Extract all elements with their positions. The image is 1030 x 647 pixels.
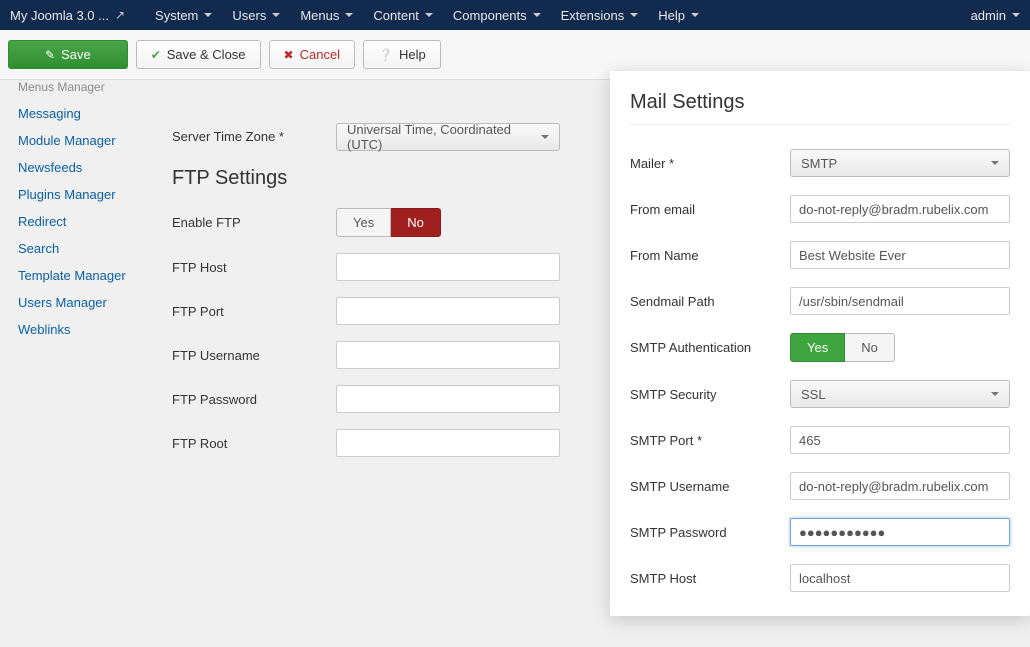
- menu-menus[interactable]: Menus: [290, 8, 363, 23]
- cancel-icon: ✖: [284, 48, 294, 62]
- brand-title: My Joomla 3.0 ...: [10, 8, 109, 23]
- main-menu: System Users Menus Content Components Ex…: [145, 8, 709, 23]
- sidebar-item-plugins-manager[interactable]: Plugins Manager: [4, 181, 158, 208]
- ftp-port-input[interactable]: [336, 297, 560, 325]
- smtp-auth-label: SMTP Authentication: [630, 340, 790, 355]
- user-menu[interactable]: admin: [971, 8, 1020, 23]
- divider: [630, 124, 1010, 125]
- smtp-password-input[interactable]: [790, 518, 1010, 546]
- chevron-down-icon: [345, 13, 353, 17]
- save-button[interactable]: ✎ Save: [8, 40, 128, 69]
- enable-ftp-toggle: Yes No: [336, 208, 441, 237]
- smtp-auth-yes[interactable]: Yes: [790, 333, 845, 362]
- mail-settings-heading: Mail Settings: [630, 91, 1010, 114]
- chevron-down-icon: [630, 13, 638, 17]
- from-name-input[interactable]: [790, 241, 1010, 269]
- mail-settings-panel: Mail Settings Mailer * SMTP From email F…: [610, 71, 1030, 616]
- smtp-host-input[interactable]: [790, 564, 1010, 592]
- ftp-root-input[interactable]: [336, 429, 560, 457]
- ftp-username-label: FTP Username: [172, 348, 336, 363]
- chevron-down-icon: [425, 13, 433, 17]
- smtp-auth-no[interactable]: No: [845, 333, 895, 362]
- menu-components[interactable]: Components: [443, 8, 551, 23]
- help-label: Help: [399, 47, 426, 62]
- content: Server Time Zone * Universal Time, Coord…: [158, 80, 1030, 647]
- sidebar-item-newsfeeds[interactable]: Newsfeeds: [4, 154, 158, 181]
- main-area: Menus Manager Messaging Module Manager N…: [0, 80, 1030, 647]
- ftp-password-label: FTP Password: [172, 392, 336, 407]
- ftp-port-label: FTP Port: [172, 304, 336, 319]
- chevron-down-icon: [991, 161, 999, 165]
- help-icon: ❔: [378, 48, 393, 62]
- smtp-auth-toggle: Yes No: [790, 333, 895, 362]
- enable-ftp-label: Enable FTP: [172, 215, 336, 230]
- sidebar: Menus Manager Messaging Module Manager N…: [0, 80, 158, 647]
- smtp-port-input[interactable]: [790, 426, 1010, 454]
- chevron-down-icon: [204, 13, 212, 17]
- brand[interactable]: My Joomla 3.0 ... ↗: [10, 8, 131, 23]
- from-name-label: From Name: [630, 248, 790, 263]
- menu-help[interactable]: Help: [648, 8, 709, 23]
- timezone-label: Server Time Zone *: [172, 129, 336, 144]
- save-label: Save: [61, 47, 91, 62]
- chevron-down-icon: [533, 13, 541, 17]
- menu-extensions[interactable]: Extensions: [551, 8, 649, 23]
- sendmail-path-input[interactable]: [790, 287, 1010, 315]
- ftp-username-input[interactable]: [336, 341, 560, 369]
- menu-system[interactable]: System: [145, 8, 222, 23]
- mailer-label: Mailer *: [630, 156, 790, 171]
- smtp-host-label: SMTP Host: [630, 571, 790, 586]
- from-email-input[interactable]: [790, 195, 1010, 223]
- chevron-down-icon: [1012, 13, 1020, 17]
- ftp-host-input[interactable]: [336, 253, 560, 281]
- sidebar-item-module-manager[interactable]: Module Manager: [4, 127, 158, 154]
- save-close-button[interactable]: ✔ Save & Close: [136, 40, 261, 69]
- ftp-password-input[interactable]: [336, 385, 560, 413]
- sidebar-item-search[interactable]: Search: [4, 235, 158, 262]
- top-navbar: My Joomla 3.0 ... ↗ System Users Menus C…: [0, 0, 1030, 30]
- smtp-password-label: SMTP Password: [630, 525, 790, 540]
- from-email-label: From email: [630, 202, 790, 217]
- apply-icon: ✎: [45, 48, 55, 62]
- sidebar-item-messaging[interactable]: Messaging: [4, 100, 158, 127]
- cancel-label: Cancel: [300, 47, 340, 62]
- mailer-value: SMTP: [801, 156, 837, 171]
- ftp-root-label: FTP Root: [172, 436, 336, 451]
- smtp-username-input[interactable]: [790, 472, 1010, 500]
- menu-content[interactable]: Content: [363, 8, 443, 23]
- chevron-down-icon: [272, 13, 280, 17]
- chevron-down-icon: [541, 135, 549, 139]
- mailer-select[interactable]: SMTP: [790, 149, 1010, 177]
- enable-ftp-no[interactable]: No: [391, 208, 441, 237]
- sidebar-item-menus-manager[interactable]: Menus Manager: [4, 80, 158, 100]
- ftp-host-label: FTP Host: [172, 260, 336, 275]
- timezone-value: Universal Time, Coordinated (UTC): [347, 122, 541, 152]
- sidebar-item-weblinks[interactable]: Weblinks: [4, 316, 158, 343]
- smtp-security-value: SSL: [801, 387, 826, 402]
- smtp-username-label: SMTP Username: [630, 479, 790, 494]
- enable-ftp-yes[interactable]: Yes: [336, 208, 391, 237]
- user-name: admin: [971, 8, 1006, 23]
- help-button[interactable]: ❔ Help: [363, 40, 441, 69]
- external-link-icon: ↗: [115, 8, 125, 22]
- cancel-button[interactable]: ✖ Cancel: [269, 40, 356, 69]
- menu-users[interactable]: Users: [222, 8, 290, 23]
- smtp-security-label: SMTP Security: [630, 387, 790, 402]
- sidebar-item-template-manager[interactable]: Template Manager: [4, 262, 158, 289]
- smtp-security-select[interactable]: SSL: [790, 380, 1010, 408]
- sidebar-item-redirect[interactable]: Redirect: [4, 208, 158, 235]
- chevron-down-icon: [991, 392, 999, 396]
- sendmail-path-label: Sendmail Path: [630, 294, 790, 309]
- sidebar-item-users-manager[interactable]: Users Manager: [4, 289, 158, 316]
- smtp-port-label: SMTP Port *: [630, 433, 790, 448]
- check-icon: ✔: [151, 48, 161, 62]
- chevron-down-icon: [691, 13, 699, 17]
- timezone-select[interactable]: Universal Time, Coordinated (UTC): [336, 123, 560, 151]
- save-close-label: Save & Close: [167, 47, 246, 62]
